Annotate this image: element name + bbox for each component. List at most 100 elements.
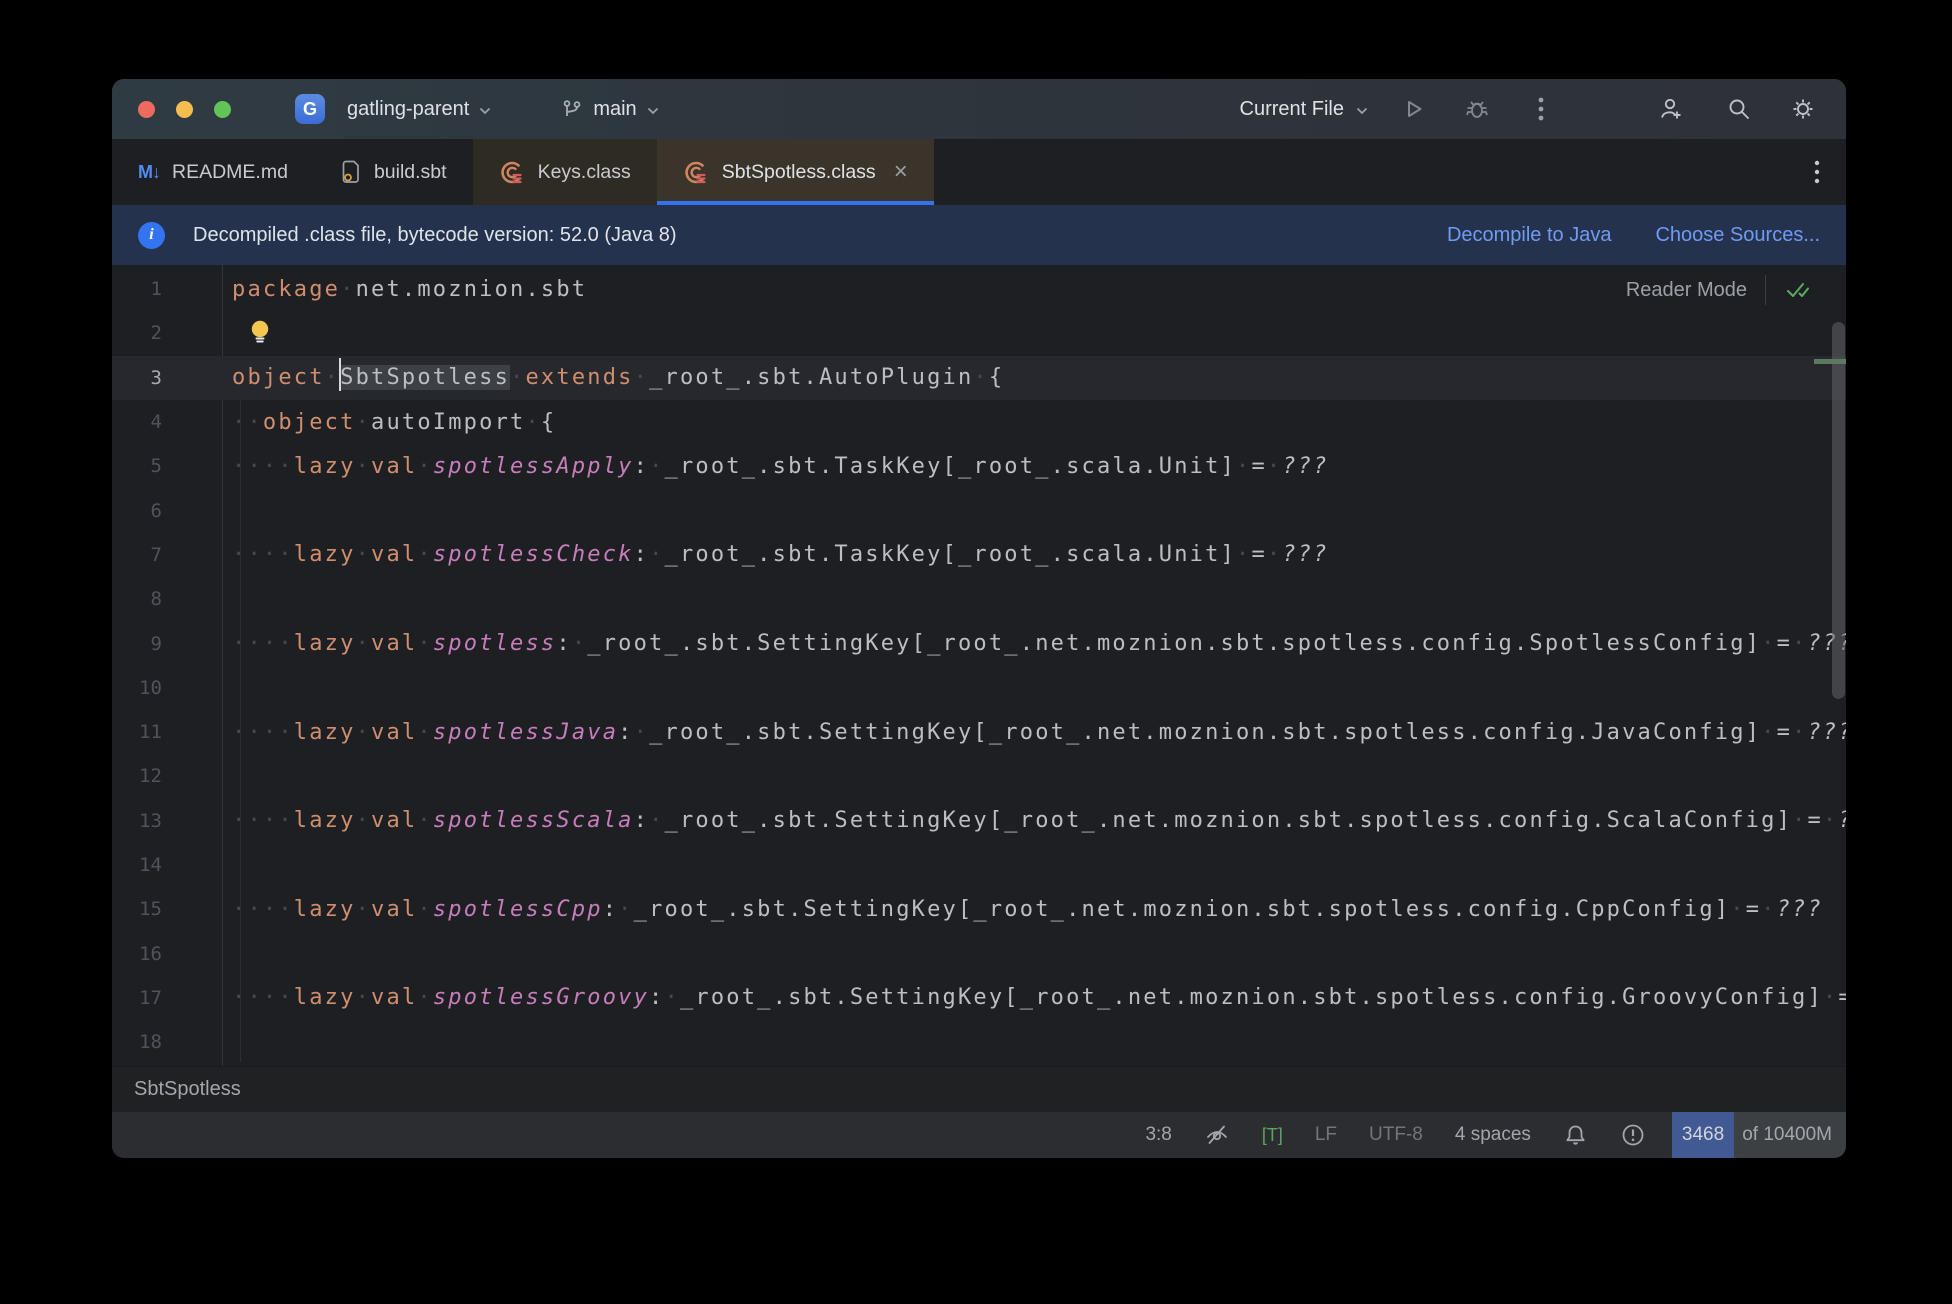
line-number: 16 <box>139 942 162 965</box>
code-line-2: 2 <box>112 311 1846 355</box>
gear-icon <box>1793 99 1813 119</box>
editor-tab-bar: M↓ README.md build.sbt Keys.class SbtSpotles… <box>112 139 1846 205</box>
code-text: ····lazy·val·spotless:·_root_.sbt.Settin… <box>232 631 1846 657</box>
line-number: 5 <box>150 455 162 478</box>
code-text: ····lazy·val·spotlessGroovy:·_root_.sbt.… <box>232 985 1846 1011</box>
inspections-ok-icon[interactable] <box>1784 276 1812 304</box>
breadcrumb: SbtSpotless <box>112 1066 1846 1111</box>
code-line-1: 1 package·net.moznion.sbt <box>112 267 1846 311</box>
code-with-me-button[interactable] <box>1654 92 1688 126</box>
code-line-3: 3 object·SbtSpotless·extends·_root_.sbt.A… <box>112 355 1846 400</box>
editor-pane[interactable]: 1 package·net.moznion.sbt 2 3 object·SbtSpot… <box>112 265 1846 1066</box>
reader-mode-widget[interactable]: Reader Mode <box>1626 275 1812 305</box>
tab-label: build.sbt <box>373 160 447 183</box>
code-text: package·net.moznion.sbt <box>232 276 588 302</box>
status-bar: 3:8 [T] LF UTF-8 4 spaces 3468 of 10400M <box>112 1111 1846 1158</box>
code-line-14: 14 <box>112 843 1846 887</box>
code-text: ··object·autoImport·{ <box>232 409 557 435</box>
highlighting-level-widget[interactable] <box>1204 1122 1230 1148</box>
code-line-9: 9 ····lazy·val·spotless:·_root_.sbt.Setti… <box>112 621 1846 665</box>
code-text: object·SbtSpotless·extends·_root_.sbt.Au… <box>232 358 1005 392</box>
chevron-down-icon <box>1356 107 1368 114</box>
git-branch-icon <box>564 100 581 116</box>
debug-button[interactable] <box>1460 92 1494 126</box>
kebab-menu-icon <box>1814 160 1820 184</box>
line-number: 15 <box>139 898 162 921</box>
code-text: ····lazy·val·spotlessApply:·_root_.sbt.T… <box>232 453 1329 479</box>
vcs-branch-widget[interactable]: main <box>561 98 658 121</box>
caret-position-widget[interactable]: 3:8 <box>1145 1124 1171 1146</box>
tab-label: README.md <box>172 160 288 183</box>
code-line-5: 5 ····lazy·val·spotlessApply:·_root_.sbt.… <box>112 444 1846 488</box>
code-line-7: 7 ····lazy·val·spotlessCheck:·_root_.sbt.… <box>112 533 1846 577</box>
code-text: ····lazy·val·spotlessJava:·_root_.sbt.Se… <box>232 719 1846 745</box>
code-text: ····lazy·val·spotlessCpp:·_root_.sbt.Set… <box>232 896 1823 922</box>
memory-total: of 10400M <box>1742 1124 1832 1145</box>
line-number: 7 <box>150 543 162 566</box>
settings-button[interactable] <box>1786 92 1820 126</box>
code-line-13: 13 ····lazy·val·spotlessScala:·_root_.sbt… <box>112 799 1846 843</box>
code-text: ····lazy·val·spotlessCheck:·_root_.sbt.T… <box>232 542 1329 568</box>
more-actions-button[interactable] <box>1524 92 1558 126</box>
tab-sbtspotless-class[interactable]: SbtSpotless.class × <box>656 139 934 205</box>
breadcrumb-item[interactable]: SbtSpotless <box>134 1078 241 1101</box>
project-icon: G <box>295 94 325 124</box>
todo-widget[interactable]: [T] <box>1262 1125 1283 1146</box>
title-bar: G gatling-parent main Current File <box>112 79 1846 139</box>
play-icon <box>1408 101 1422 117</box>
reader-mode-label: Reader Mode <box>1625 278 1747 301</box>
intention-bulb-icon[interactable] <box>248 318 272 348</box>
search-icon <box>1729 99 1750 120</box>
encoding-widget[interactable]: UTF-8 <box>1369 1124 1423 1146</box>
line-number: 10 <box>139 676 162 699</box>
minimize-window-button[interactable] <box>176 100 193 118</box>
java-class-icon <box>685 161 706 183</box>
line-number: 4 <box>150 411 162 434</box>
bell-icon <box>1566 1125 1585 1145</box>
project-name: gatling-parent <box>347 97 470 120</box>
decompile-to-java-link[interactable]: Decompile to Java <box>1447 224 1612 247</box>
scrollbar-thumb[interactable] <box>1832 322 1845 699</box>
markdown-icon: M↓ <box>138 161 161 182</box>
zoom-window-button[interactable] <box>214 100 231 118</box>
error-stripe-mark[interactable] <box>1814 359 1846 364</box>
tab-build-sbt[interactable]: build.sbt <box>314 139 473 205</box>
code-line-4: 4 ··object·autoImport·{ <box>112 400 1846 444</box>
java-class-icon <box>500 161 522 183</box>
notifications-button[interactable] <box>1563 1123 1588 1148</box>
chevron-down-icon <box>647 107 658 114</box>
code-line-18: 18 <box>112 1020 1846 1064</box>
tab-readme-md[interactable]: M↓ README.md <box>112 139 314 205</box>
tab-label: Keys.class <box>537 160 631 183</box>
code-line-12: 12 <box>112 754 1846 798</box>
line-number: 3 <box>150 366 162 389</box>
chevron-down-icon <box>480 107 491 114</box>
window-controls <box>138 100 231 118</box>
memory-indicator[interactable]: 3468 of 10400M <box>1671 1112 1846 1158</box>
code-line-8: 8 <box>112 577 1846 621</box>
bug-icon <box>1466 101 1488 118</box>
search-everywhere-button[interactable] <box>1722 92 1756 126</box>
error-analysis-widget[interactable] <box>1620 1122 1646 1148</box>
tab-list-menu-button[interactable] <box>1788 139 1846 205</box>
banner-message: Decompiled .class file, bytecode version… <box>193 223 677 246</box>
line-number: 1 <box>150 278 162 301</box>
run-button[interactable] <box>1396 92 1430 126</box>
decompiler-banner: i Decompiled .class file, bytecode versi… <box>112 205 1846 265</box>
code-text: ····lazy·val·spotlessScala:·_root_.sbt.S… <box>232 808 1846 834</box>
line-number: 17 <box>139 986 162 1009</box>
choose-sources-link[interactable]: Choose Sources... <box>1655 224 1820 247</box>
line-number: 9 <box>150 632 162 655</box>
code-line-16: 16 <box>112 931 1846 975</box>
project-widget[interactable]: G gatling-parent <box>295 94 491 124</box>
indent-widget[interactable]: 4 spaces <box>1455 1124 1531 1146</box>
kebab-menu-icon <box>1538 97 1544 121</box>
run-configuration-selector[interactable]: Current File <box>1240 98 1368 121</box>
tab-close-button[interactable]: × <box>894 160 908 184</box>
sbt-file-icon <box>342 160 359 183</box>
code-line-6: 6 <box>112 488 1846 532</box>
line-ending-widget[interactable]: LF <box>1315 1124 1337 1146</box>
tab-keys-class[interactable]: Keys.class <box>472 139 657 205</box>
close-window-button[interactable] <box>138 100 155 118</box>
code-area: 1 package·net.moznion.sbt 2 3 object·SbtSpot… <box>112 267 1846 1064</box>
